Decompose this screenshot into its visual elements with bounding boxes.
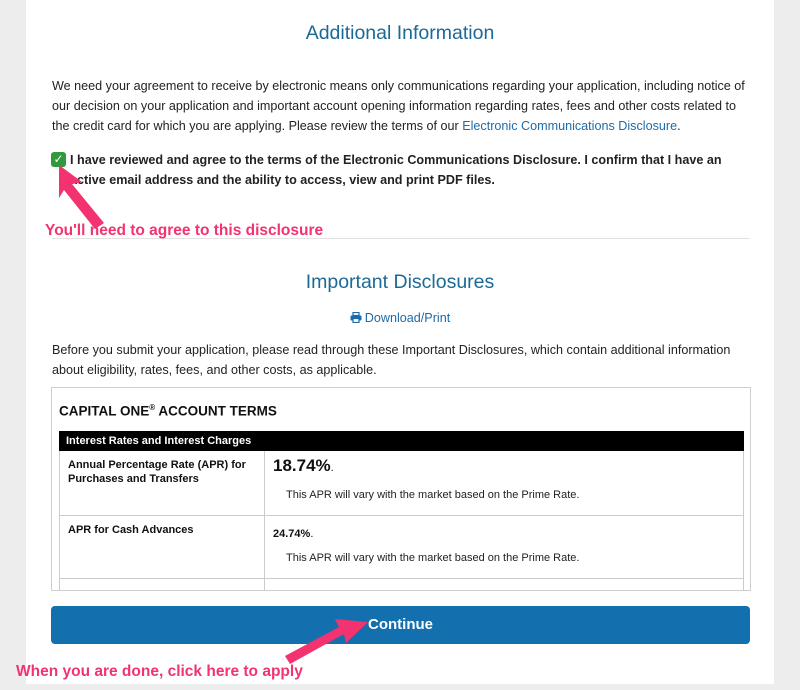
electronic-communications-link[interactable]: Electronic Communications Disclosure xyxy=(462,119,677,133)
paragraph-period: . xyxy=(677,119,681,133)
communications-paragraph: We need your agreement to receive by ele… xyxy=(52,76,752,136)
purchase-apr-value: 18.74%. xyxy=(273,456,334,475)
disclosures-paragraph: Before you submit your application, plea… xyxy=(52,343,731,377)
account-terms-title: CAPITAL ONE® ACCOUNT TERMS xyxy=(59,403,277,419)
table-row: APR for Cash Advances 24.74%. This APR w… xyxy=(59,516,744,579)
interest-rates-table: Interest Rates and Interest Charges Annu… xyxy=(59,431,744,590)
download-print-link[interactable]: Download/Print xyxy=(26,311,774,326)
download-print-label: Download/Print xyxy=(364,311,451,325)
apply-annotation: When you are done, click here to apply xyxy=(16,663,303,680)
section-heading-important-disclosures: Important Disclosures xyxy=(305,271,495,293)
agree-checkbox[interactable]: ✓ xyxy=(51,152,66,167)
table-row: Annual Percentage Rate (APR) for Purchas… xyxy=(59,451,744,516)
checkmark-icon: ✓ xyxy=(53,152,64,166)
printer-icon xyxy=(350,311,362,326)
agree-annotation: You'll need to agree to this disclosure xyxy=(45,222,324,239)
row-note: This APR will vary with the market based… xyxy=(286,489,580,501)
cash-advance-apr-value: 24.74%. xyxy=(273,528,314,540)
table-header: Interest Rates and Interest Charges xyxy=(59,431,744,451)
continue-button[interactable]: Continue xyxy=(51,606,750,644)
agree-checkbox-label[interactable]: I have reviewed and agree to the terms o… xyxy=(70,150,760,190)
row-note: This APR will vary with the market based… xyxy=(286,552,580,564)
section-heading-additional-information: Additional Information xyxy=(305,22,495,44)
table-row xyxy=(59,579,744,590)
row-label: Annual Percentage Rate (APR) for Purchas… xyxy=(68,459,246,485)
row-label: APR for Cash Advances xyxy=(68,524,194,536)
account-terms-box[interactable]: CAPITAL ONE® ACCOUNT TERMS Interest Rate… xyxy=(51,387,751,591)
